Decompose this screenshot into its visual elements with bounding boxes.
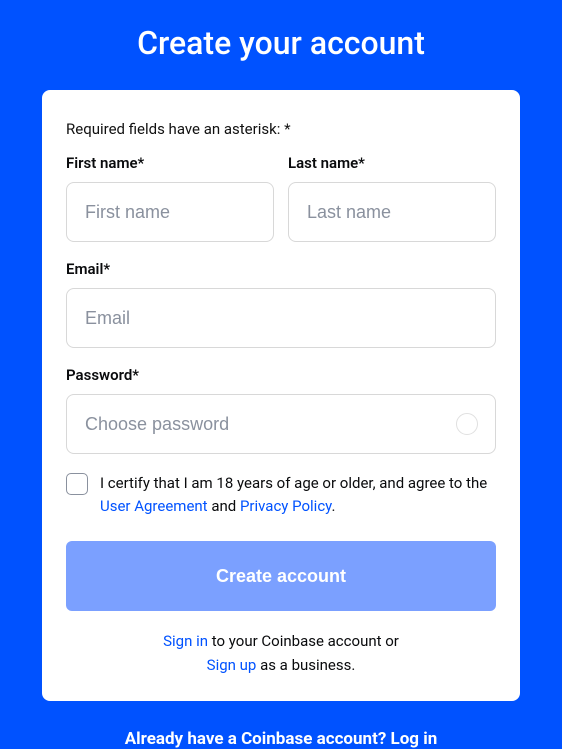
password-label: Password* [66,366,496,384]
name-row: First name* Last name* [66,154,496,242]
footer: Already have a Coinbase account? Log in [125,729,438,749]
sign-in-link[interactable]: Sign in [163,632,208,650]
sign-in-suffix: to your Coinbase account or [208,632,399,650]
page-title: Create your account [137,24,425,62]
last-name-label: Last name* [288,154,496,172]
alt-actions: Sign in to your Coinbase account or Sign… [66,629,496,677]
email-label: Email* [66,260,496,278]
consent-text: I certify that I am 18 years of age or o… [100,472,496,517]
password-input[interactable] [66,394,496,454]
password-wrapper [66,394,496,454]
email-input[interactable] [66,288,496,348]
consent-row: I certify that I am 18 years of age or o… [66,472,496,517]
login-link[interactable]: Log in [391,729,438,749]
consent-prefix: I certify that I am 18 years of age or o… [100,474,487,492]
privacy-policy-link[interactable]: Privacy Policy [240,497,332,515]
footer-prefix: Already have a Coinbase account? [125,729,391,749]
last-name-input[interactable] [288,182,496,242]
first-name-label: First name* [66,154,274,172]
email-field: Email* [66,260,496,348]
first-name-field: First name* [66,154,274,242]
create-account-button[interactable]: Create account [66,541,496,611]
consent-and: and [208,497,240,515]
last-name-field: Last name* [288,154,496,242]
first-name-input[interactable] [66,182,274,242]
consent-suffix: . [332,497,336,515]
signup-card: Required fields have an asterisk: * Firs… [42,90,520,701]
password-strength-icon [456,413,478,435]
sign-up-business-link[interactable]: Sign up [207,656,257,674]
user-agreement-link[interactable]: User Agreement [100,497,208,515]
required-note: Required fields have an asterisk: * [66,120,496,138]
password-field: Password* [66,366,496,454]
sign-up-suffix: as a business. [256,656,355,674]
consent-checkbox[interactable] [66,473,88,495]
